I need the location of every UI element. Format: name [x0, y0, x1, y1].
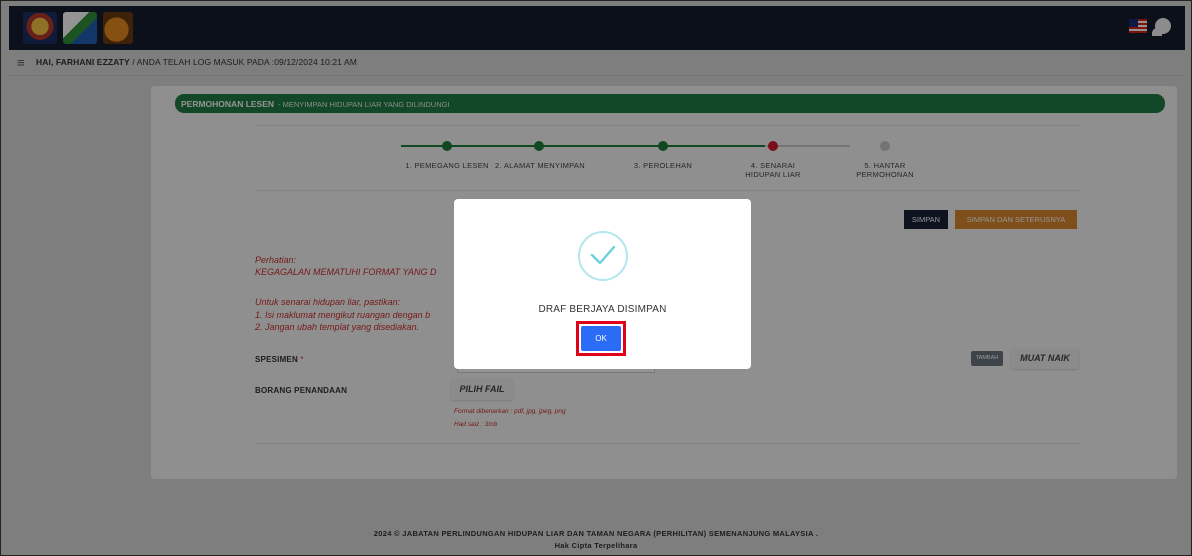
browser-frame: ≡ HAI, FARHANI EZZATY / ANDA TELAH LOG M… — [0, 0, 1192, 556]
ok-button[interactable]: OK — [581, 326, 621, 351]
modal-backdrop[interactable]: DRAF BERJAYA DISIMPAN OK — [1, 1, 1191, 555]
success-check-icon — [578, 231, 628, 281]
dialog-message: DRAF BERJAYA DISIMPAN — [538, 304, 667, 315]
checkmark-icon — [590, 245, 616, 265]
success-dialog: DRAF BERJAYA DISIMPAN OK — [454, 199, 751, 369]
